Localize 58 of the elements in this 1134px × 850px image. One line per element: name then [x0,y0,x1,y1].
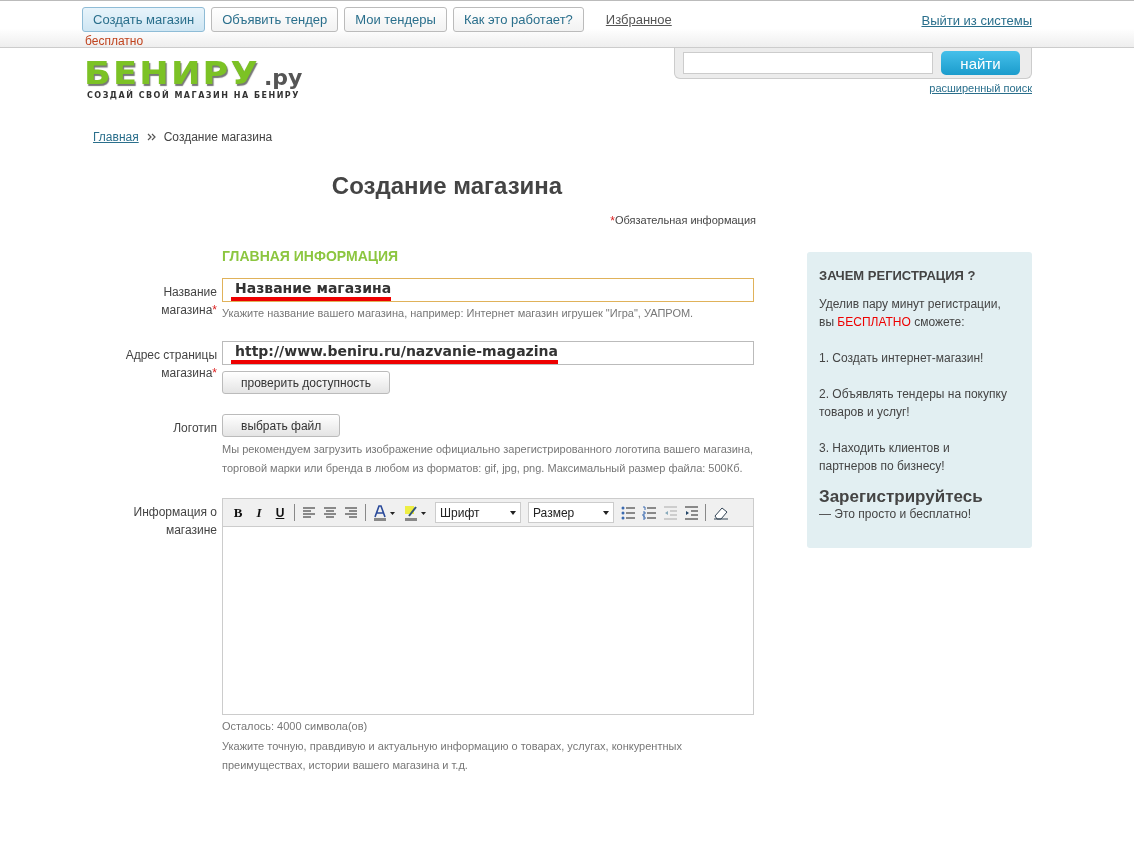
benefit-item: 1. Создать интернет-магазин! [819,350,985,367]
caret-icon [510,510,516,515]
logo-text: БЕНИРУ [84,57,260,89]
field-value: Название магазина [235,279,392,296]
breadcrumb-current: Создание магазина [163,130,273,144]
field-hint: Укажите точную, правдивую и актуальную информацию о товарах, услугах, конкурентных преимуществах, истории вашего магазина и т.д. [222,739,683,773]
field-value: http://www.beniru.ru/nazvanie-magazina [235,342,558,359]
italic-button[interactable]: I [252,504,266,521]
field-label: Адрес страницы магазина* [124,347,217,382]
register-heading[interactable]: Зарегистрируйтесь [819,487,1008,507]
bold-button[interactable]: B [231,504,245,521]
underline-button[interactable]: U [273,505,287,520]
outdent-icon[interactable] [663,505,677,520]
nav-button[interactable]: Мои тендеры [344,7,447,32]
advanced-search-link[interactable]: расширенный поиск [929,82,1032,94]
field-label: Логотип [173,420,217,437]
nav-button[interactable]: Создать магазин [82,7,206,32]
size-select[interactable]: Размер [528,502,614,523]
highlight-icon[interactable] [404,504,428,521]
register-note: — Это просто и бесплатно! [819,507,973,521]
search-field[interactable] [683,52,933,74]
font-select[interactable]: Шрифт [435,502,521,523]
logo-domain: .ру [263,67,303,89]
benefit-item: 3. Находить клиентов и партнеров по бизнесу! [819,440,951,475]
section-title: ГЛАВНАЯ ИНФОРМАЦИЯ [222,248,400,264]
logout-link[interactable]: Выйти из системы [921,13,1032,28]
nav-button[interactable]: Объявить тендер [211,7,339,32]
numbered-list-icon[interactable] [642,505,656,520]
panel-title: ЗАЧЕМ РЕГИСТРАЦИЯ ? [819,268,977,283]
breadcrumb-link[interactable]: Главная [93,130,139,144]
benefit-item: 2. Объявлять тендеры на покупку товаров и услуг! [819,386,1008,421]
align-center-icon[interactable] [323,506,337,519]
file-button[interactable]: выбрать файл [222,414,341,437]
free-note: бесплатно [85,34,145,48]
favorites-link[interactable]: Избранное [605,12,672,27]
field-hint: Укажите название вашего магазина, например: Интернет магазин игрушек "Игра", УАПРОМ. [222,306,695,321]
caret-icon [603,510,609,515]
required-note: Обязательная информация [614,214,756,226]
text-field[interactable]: http://www.beniru.ru/nazvanie-magazina [222,341,754,365]
char-counter: Осталось: 4000 символа(ов) [222,719,369,734]
field-label: Информация о магазине [132,504,217,539]
page-title: Создание магазина [330,172,564,200]
editor-field[interactable]: B I U Шрифт Размер [222,498,754,715]
bullet-list-icon[interactable] [621,505,635,520]
field-label: Название магазина* [160,284,217,319]
field-hint: Мы рекомендуем загрузить изображение официально зарегистрированного логотипа вашего магазина, торговой марки или бренда в любом из форматов: gif, jpg, png. Максимальный размер файла: 500Кб. [222,442,754,476]
text-color-icon[interactable] [373,504,397,521]
logo-tagline: СОЗДАЙ СВОЙ МАГАЗИН НА БЕНИРУ [87,91,301,100]
required-mark: * [610,214,615,228]
chevron-icon [146,133,156,141]
nav-button[interactable]: Как это работает? [452,7,584,32]
panel-text: Уделив пару минут регистрации, вы БЕСПЛАТНО сможете: [819,296,1002,331]
align-right-icon[interactable] [344,506,358,519]
indent-icon[interactable] [684,505,698,520]
text-field[interactable]: Название магазина [222,278,754,302]
check-button[interactable]: проверить доступность [222,371,391,394]
eraser-icon[interactable] [713,505,729,520]
align-left-icon[interactable] [302,506,316,519]
